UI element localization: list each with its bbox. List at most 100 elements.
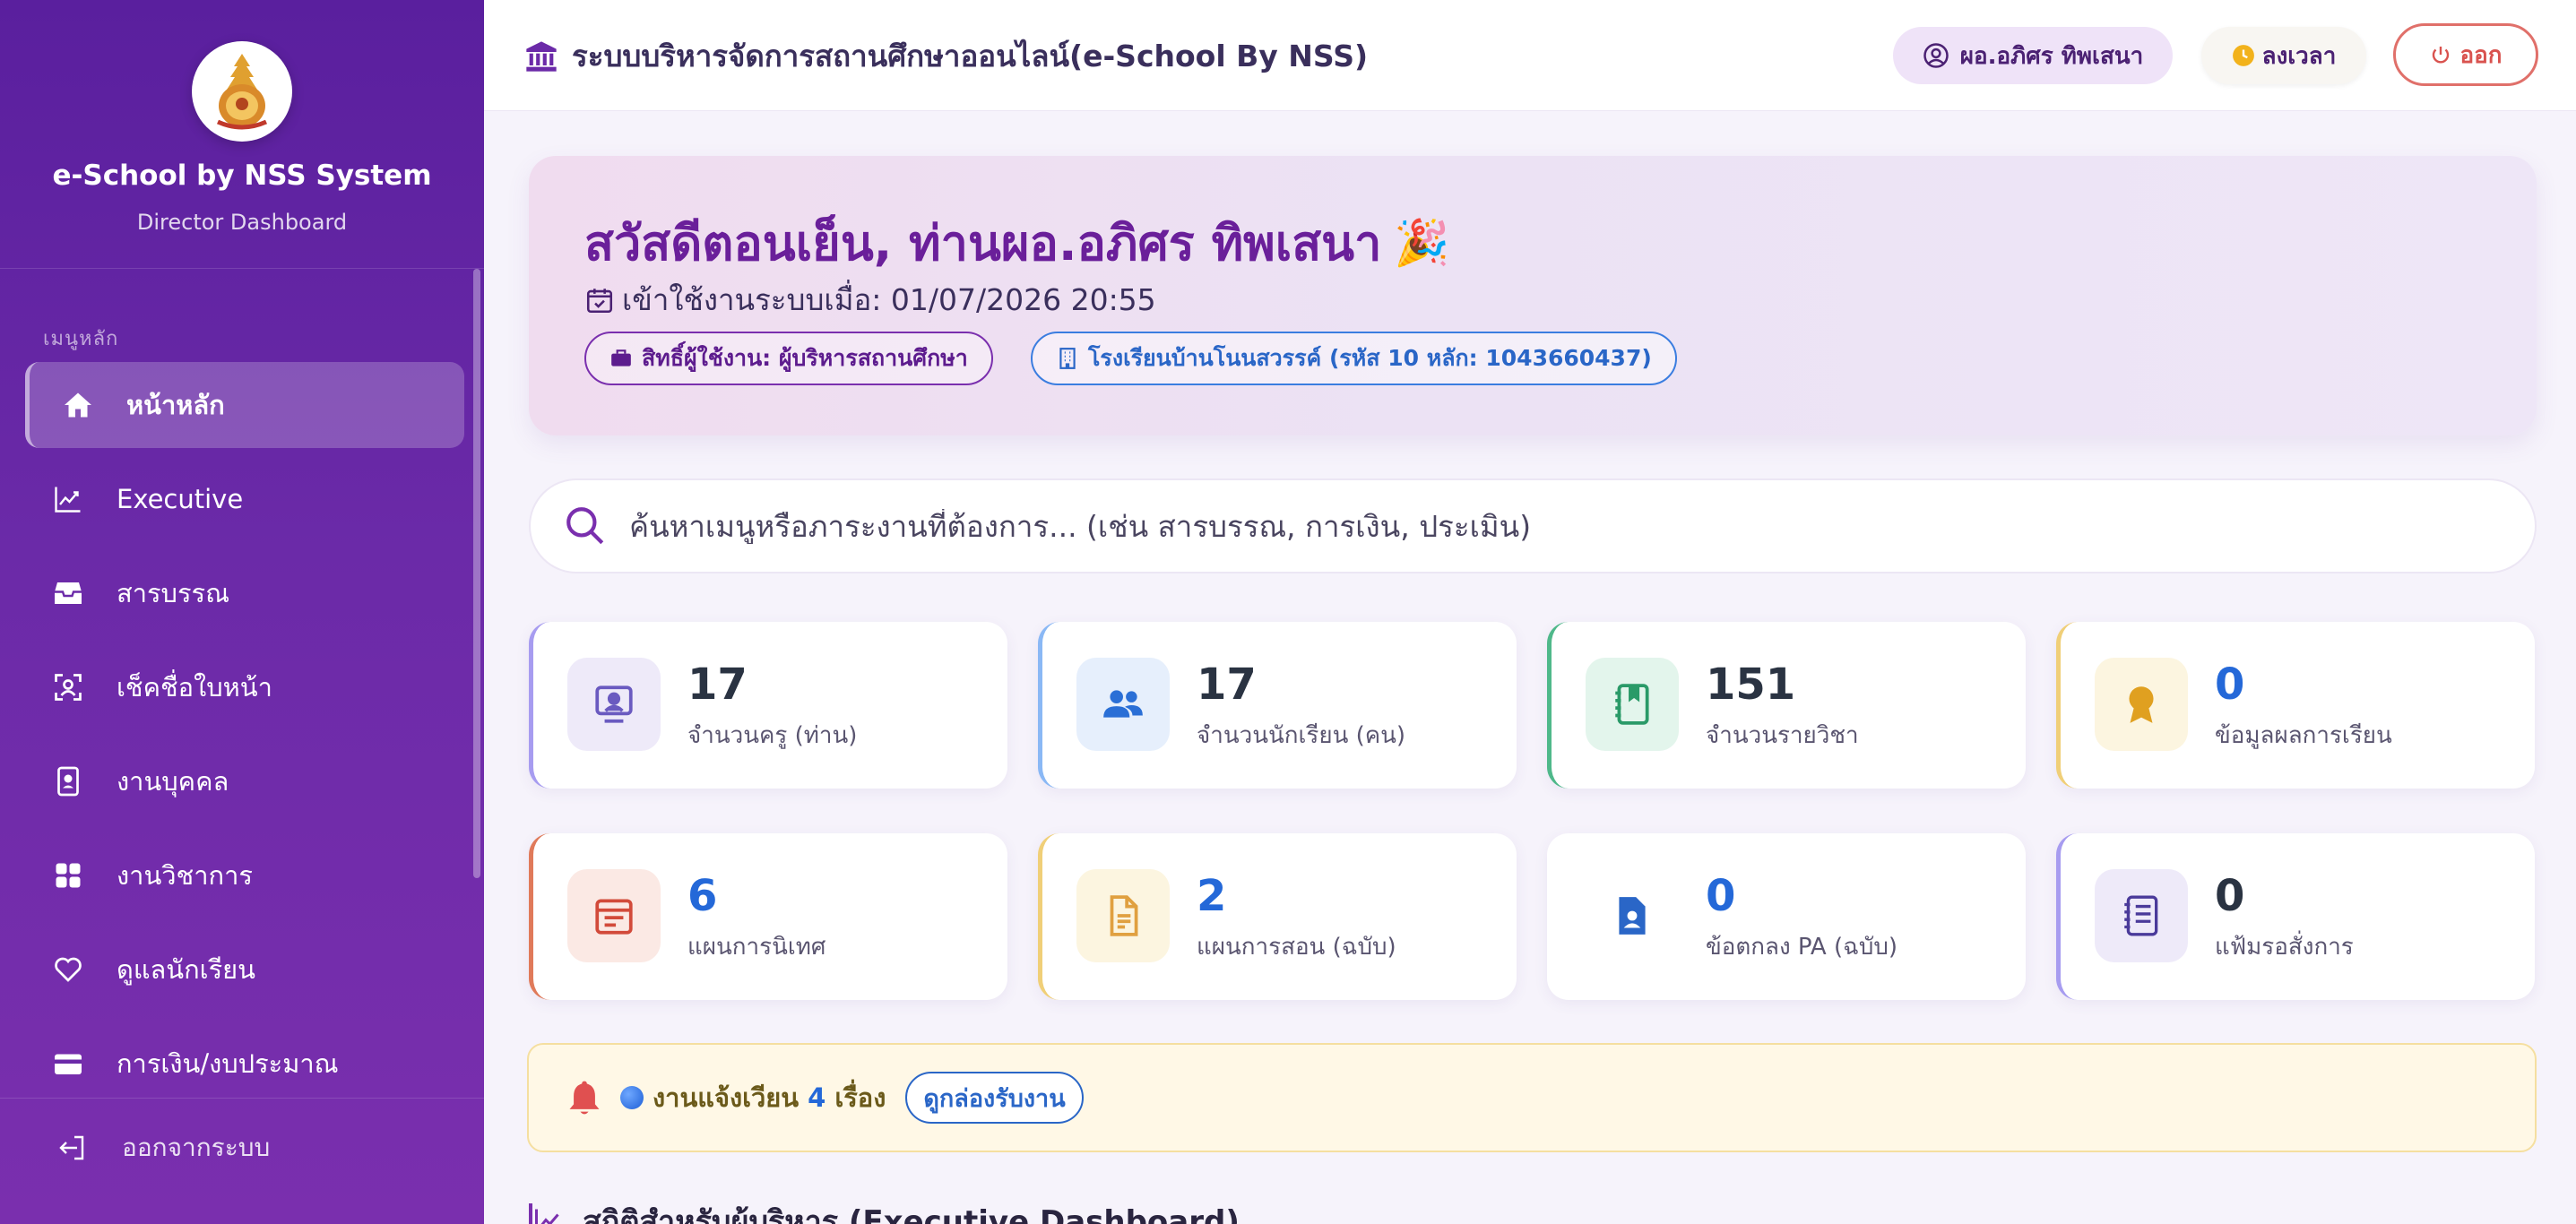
logout-button[interactable]: ออกจากระบบ [0,1098,484,1224]
sidebar-brand: e-School by NSS System Director Dashboar… [0,0,484,269]
sidebar-scrollbar[interactable] [473,269,480,878]
stat-card-pa-agreements[interactable]: 0 ข้อตกลง PA (ฉบับ) [1547,833,2026,1000]
checklist-icon [2124,895,2158,936]
sign-out-icon [56,1130,91,1166]
sidebar-item-label: เช็คชื่อใบหน้า [117,672,272,703]
greeting: สวัสดีตอนเย็น, ท่านผอ.อภิศร ทิพเสนา 🎉 [584,204,1450,281]
stat-value: 0 [2215,871,2245,921]
sidebar-item-finance[interactable]: การเงิน/งบประมาณ [25,1021,464,1107]
heart-icon [50,952,86,987]
stat-icon-box [1586,658,1679,751]
stat-card-students[interactable]: 17 จำนวนนักเรียน (คน) [1038,622,1517,789]
exit-label: ออก [2459,41,2503,69]
section-title-text: สถิติสำหรับผู้บริหาร (Executive Dashboar… [583,1204,1240,1224]
stat-label: จำนวนครู (ท่าน) [687,722,858,749]
stat-value: 0 [1706,871,1736,921]
search-input[interactable] [629,508,2422,544]
book-bookmark-icon [1615,684,1649,725]
stat-card-subjects[interactable]: 151 จำนวนรายวิชา [1547,622,2026,789]
stat-card-pending-files[interactable]: 0 แฟ้มรอสั่งการ [2056,833,2535,1000]
users-icon [1103,690,1143,718]
sidebar-item-label: งานบุคคล [117,766,229,797]
app-title-text: ระบบบริหารจัดการสถานศึกษาออนไลน์(e-Schoo… [572,39,1369,73]
stat-label: แฟ้มรอสั่งการ [2215,934,2354,961]
welcome-card: สวัสดีตอนเย็น, ท่านผอ.อภิศร ทิพเสนา 🎉 เข… [529,156,2537,435]
menu-section-label: เมนูหลัก [43,328,119,350]
stat-value: 2 [1197,871,1227,921]
school-logo [192,41,292,142]
stat-card-grades[interactable]: 0 ข้อมูลผลการเรียน [2056,622,2535,789]
briefcase-icon [611,349,631,366]
stat-icon-box [567,869,661,962]
sidebar-item-label: งานวิชาการ [117,860,253,891]
building-icon [1059,348,1076,369]
stat-icon-box [1586,869,1679,962]
stat-icon-box [567,658,661,751]
clock-icon [2232,45,2254,66]
sidebar-item-executive[interactable]: Executive [25,456,464,542]
institution-icon [526,40,557,72]
sidebar-item-academic[interactable]: งานวิชาการ [25,832,464,918]
stat-card-teachers[interactable]: 17 จำนวนครู (ท่าน) [529,622,1007,789]
sidebar-item-face-checkin[interactable]: เช็คชื่อใบหน้า [25,644,464,730]
sidebar-item-label: สารบรรณ [117,578,230,608]
role-pill: สิทธิ์ผู้ใช้งาน: ผู้บริหารสถานศึกษา [584,332,993,385]
stat-value: 151 [1706,659,1796,710]
clock-in-button[interactable]: ลงเวลา [2201,27,2366,84]
user-circle-icon [1923,43,1949,68]
school-pill-text: โรงเรียนบ้านโนนสวรรค์ (รหัส 10 หลัก: 104… [1088,345,1652,371]
inbox-icon [50,575,86,611]
search-icon [566,507,604,545]
sidebar-item-label: Executive [117,484,244,514]
app-title: ระบบบริหารจัดการสถานศึกษาออนไลน์(e-Schoo… [523,32,1368,80]
menu-search-bar[interactable] [529,478,2537,573]
sidebar-item-student-care[interactable]: ดูแลนักเรียน [25,927,464,1013]
greeting-text: สวัสดีตอนเย็น, ท่านผอ.อภิศร ทิพเสนา [584,215,1382,272]
power-icon [2432,47,2449,64]
sidebar-item-home[interactable]: หน้าหลัก [25,362,464,448]
stat-value: 0 [2215,659,2245,710]
stat-label: แผนการสอน (ฉบับ) [1197,934,1396,961]
brand-subtitle: Director Dashboard [136,210,348,235]
user-profile-chip[interactable]: ผอ.อภิศร ทิพเสนา [1893,27,2173,84]
exit-button[interactable]: ออก [2393,23,2538,86]
notice-suffix: เรื่อง [834,1082,886,1113]
grid-icon [50,858,86,893]
blue-dot-icon [620,1086,644,1109]
calendar-check-icon [586,288,613,313]
party-popper-icon: 🎉 [1394,216,1450,269]
sidebar-item-personnel[interactable]: งานบุคคล [25,738,464,824]
document-icon [1110,895,1138,936]
stat-card-supervision-plans[interactable]: 6 แผนการนิเทศ [529,833,1007,1000]
stat-label: ข้อมูลผลการเรียน [2215,722,2392,749]
award-icon [2129,686,2154,723]
chart-line-icon [529,1203,559,1224]
notice-text: งานแจ้งเวียน [653,1082,800,1113]
sidebar: e-School by NSS System Director Dashboar… [0,0,484,1224]
sidebar-menu: หน้าหลัก Executive สารบรรณ เช็คชื่อใบหน้… [25,362,464,1115]
role-pill-text: สิทธิ์ผู้ใช้งาน: ผู้บริหารสถานศึกษา [642,345,968,371]
circular-notice-banner: งานแจ้งเวียน 4 เรื่อง ดูกล่องรับงาน [527,1043,2537,1152]
stat-label: จำนวนนักเรียน (คน) [1197,722,1406,749]
stat-value: 6 [687,871,718,921]
id-badge-icon [50,763,86,799]
calendar-list-icon [595,899,633,935]
home-icon [60,387,96,423]
notice-count: 4 [808,1082,826,1113]
face-scan-icon [50,669,86,705]
user-name: ผอ.อภิศร ทิพเสนา [1959,42,2144,70]
login-time-text: เข้าใช้งานระบบเมื่อ: 01/07/2026 20:55 [622,282,1156,317]
sidebar-item-saraban[interactable]: สารบรรณ [25,550,464,636]
sidebar-item-label: การเงิน/งบประมาณ [117,1048,339,1079]
stat-label: ข้อตกลง PA (ฉบับ) [1706,934,1897,961]
sidebar-item-label: หน้าหลัก [126,390,225,420]
school-pill: โรงเรียนบ้านโนนสวรรค์ (รหัส 10 หลัก: 104… [1031,332,1677,385]
bell-icon [569,1081,600,1115]
wallet-icon [50,1046,86,1082]
stat-value: 17 [687,659,748,710]
logout-label: ออกจากระบบ [122,1133,271,1162]
stat-icon-box [1076,658,1170,751]
stat-card-lesson-plans[interactable]: 2 แผนการสอน (ฉบับ) [1038,833,1517,1000]
executive-section-title: สถิติสำหรับผู้บริหาร (Executive Dashboar… [529,1197,1240,1224]
view-inbox-button[interactable]: ดูกล่องรับงาน [905,1072,1084,1124]
